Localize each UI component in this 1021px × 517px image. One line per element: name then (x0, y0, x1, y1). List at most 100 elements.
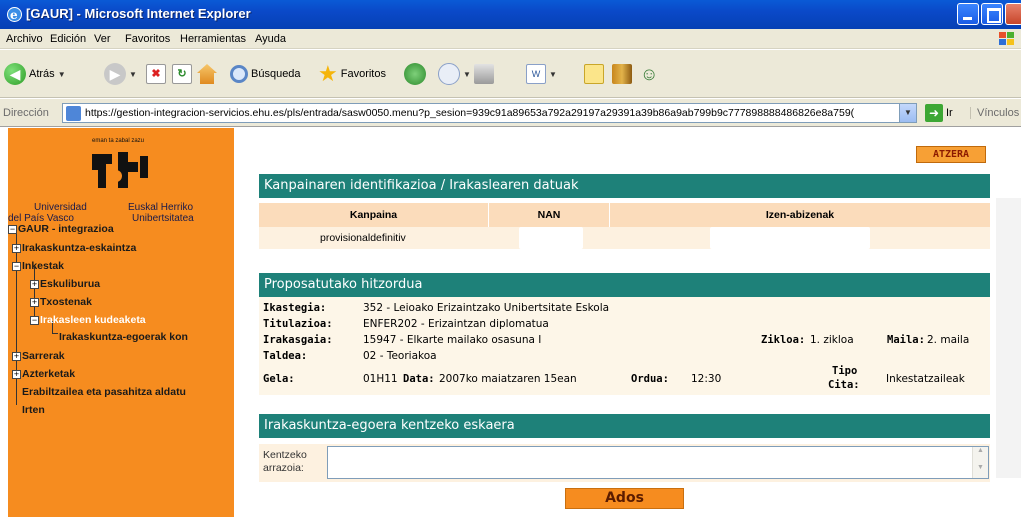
edit-button[interactable]: W ▼ (526, 62, 557, 86)
discuss-button[interactable] (584, 62, 604, 86)
menu-bar: Archivo Edición Ver Favoritos Herramient… (0, 29, 1021, 49)
tree-item-eskuliburua[interactable]: + Eskuliburua (30, 278, 100, 290)
value-gela: 01H11 (363, 373, 398, 385)
refresh-icon: ↻ (172, 64, 192, 84)
mail-icon (438, 63, 460, 85)
menu-ayuda[interactable]: Ayuda (255, 33, 286, 45)
word-icon: W (526, 64, 546, 84)
books-icon (612, 64, 632, 84)
value-ikastegia: 352 - Leioako Erizaintzako Unibertsitate… (363, 302, 610, 314)
tree-item-label: Sarrerak (22, 350, 65, 362)
home-button[interactable] (197, 62, 217, 86)
reason-textarea[interactable] (327, 446, 989, 479)
textarea-scrollbar[interactable]: ▲ ▼ (972, 447, 988, 478)
value-maila: 2. maila (927, 334, 970, 346)
appointment-details: Ikastegia: 352 - Leioako Erizaintzako Un… (259, 297, 990, 395)
univ-name-eu: Euskal Herriko Unibertsitatea (128, 202, 194, 224)
expand-icon[interactable]: + (30, 279, 39, 289)
menu-favoritos[interactable]: Favoritos (125, 33, 170, 45)
tree-item-sarrerak[interactable]: + Sarrerak (12, 350, 65, 362)
printer-icon (474, 64, 494, 84)
go-arrow-icon[interactable]: ➜ (925, 104, 943, 122)
messenger-button[interactable]: ☺ (640, 62, 658, 86)
back-arrow-icon: ◀ (4, 63, 26, 85)
favorites-button[interactable]: ★ Favoritos (318, 62, 386, 86)
tree-line (34, 267, 35, 319)
home-icon (197, 64, 217, 84)
chevron-down-icon[interactable]: ▼ (463, 70, 471, 79)
back-button[interactable]: ◀ Atrás ▼ (4, 62, 66, 86)
tree-item-label: Irakasleen kudeaketa (40, 314, 146, 326)
menu-herramientas[interactable]: Herramientas (180, 33, 246, 45)
tree-item-label: Irten (22, 404, 45, 416)
reason-form-row: Kentzeko arrazoia: ▲ ▼ (259, 444, 990, 482)
tree-item-irakasleen-kudeaketa[interactable]: − Irakasleen kudeaketa (30, 314, 146, 326)
print-button[interactable] (474, 62, 494, 86)
stop-button[interactable]: ✖ (146, 62, 166, 86)
value-taldea: 02 - Teoriakoa (363, 350, 437, 362)
expand-icon[interactable]: + (30, 297, 39, 307)
tree-item-label: GAUR - integrazioa (18, 223, 114, 235)
maximize-button[interactable] (981, 3, 1003, 25)
tree-item-txostenak[interactable]: + Txostenak (30, 296, 92, 308)
table-row: provisionaldefinitiv (259, 227, 990, 249)
tree-item-irten[interactable]: Irten (22, 404, 45, 416)
address-input[interactable]: https://gestion-integracion-servicios.eh… (62, 103, 917, 123)
refresh-button[interactable]: ↻ (172, 62, 192, 86)
search-button[interactable]: Búsqueda (230, 62, 301, 86)
collapse-icon[interactable]: − (30, 315, 39, 325)
tree-item-label: Irakaskuntza-egoerak kon (59, 331, 188, 343)
main-content: ATZERA Kanpainaren identifikazioa / Irak… (234, 128, 1021, 517)
history-button[interactable] (404, 62, 426, 86)
chevron-down-icon[interactable]: ▼ (549, 70, 557, 79)
tree-item-inkestak[interactable]: − Inkestak (12, 260, 64, 272)
links-label[interactable]: Vínculos (970, 107, 1019, 119)
tree-line (52, 333, 58, 334)
label-cita: Cita: (828, 379, 860, 391)
close-button[interactable] (1005, 3, 1021, 25)
mail-button[interactable]: ▼ (438, 62, 471, 86)
label-titulazioa: Titulazioa: (263, 318, 333, 330)
label-ordua: Ordua: (631, 373, 669, 385)
tree-item-erabiltzailea[interactable]: Erabiltzailea eta pasahitza aldatu (22, 386, 186, 398)
tree-item-gaur[interactable]: − GAUR - integrazioa (8, 223, 114, 235)
ie-logo-icon: e (7, 7, 22, 22)
menu-ver[interactable]: Ver (94, 33, 111, 45)
label-maila: Maila: (887, 334, 925, 346)
go-label[interactable]: Ir (946, 107, 953, 119)
research-button[interactable] (612, 62, 632, 86)
collapse-icon[interactable]: − (12, 261, 21, 271)
menu-archivo[interactable]: Archivo (6, 33, 43, 45)
reason-label-line: arrazoia: (263, 462, 304, 474)
expand-icon[interactable]: + (12, 351, 21, 361)
ados-button[interactable]: Ados (565, 488, 684, 509)
scroll-down-icon[interactable]: ▼ (973, 464, 988, 471)
univ-line: Universidad (34, 202, 87, 213)
forward-arrow-icon: ▶ (104, 63, 126, 85)
expand-icon[interactable]: + (12, 369, 21, 379)
collapse-icon[interactable]: − (8, 224, 17, 234)
tree-item-label: Irakaskuntza-eskaintza (22, 242, 137, 254)
expand-icon[interactable]: + (12, 243, 21, 253)
forward-button[interactable]: ▶ ▼ (104, 62, 137, 86)
address-url: https://gestion-integracion-servicios.eh… (85, 107, 855, 119)
chevron-down-icon[interactable]: ▼ (129, 70, 137, 79)
chevron-down-icon[interactable]: ▼ (58, 70, 66, 79)
tree-item-irakaskuntza-eskaintza[interactable]: + Irakaskuntza-eskaintza (12, 242, 136, 254)
menu-edicion[interactable]: Edición (50, 33, 86, 45)
tree-item-irakaskuntza-egoerak[interactable]: Irakaskuntza-egoerak kon (59, 331, 188, 343)
minimize-button[interactable] (957, 3, 979, 25)
label-zikloa: Zikloa: (761, 334, 806, 346)
column-header-kanpaina: Kanpaina (349, 209, 398, 221)
cell-nan-redacted (519, 227, 583, 249)
windows-flag-icon (999, 32, 1014, 45)
atzera-button[interactable]: ATZERA (916, 146, 986, 163)
logo-tree-icon (92, 152, 148, 188)
scroll-up-icon[interactable]: ▲ (973, 447, 988, 454)
search-icon (230, 65, 248, 83)
note-icon (584, 64, 604, 84)
label-tipo: Tipo (832, 365, 858, 377)
tree-item-azterketak[interactable]: + Azterketak (12, 368, 75, 380)
chevron-down-icon[interactable]: ▼ (899, 104, 916, 122)
table-header: Kanpaina NAN Izen-abizenak (259, 203, 990, 227)
